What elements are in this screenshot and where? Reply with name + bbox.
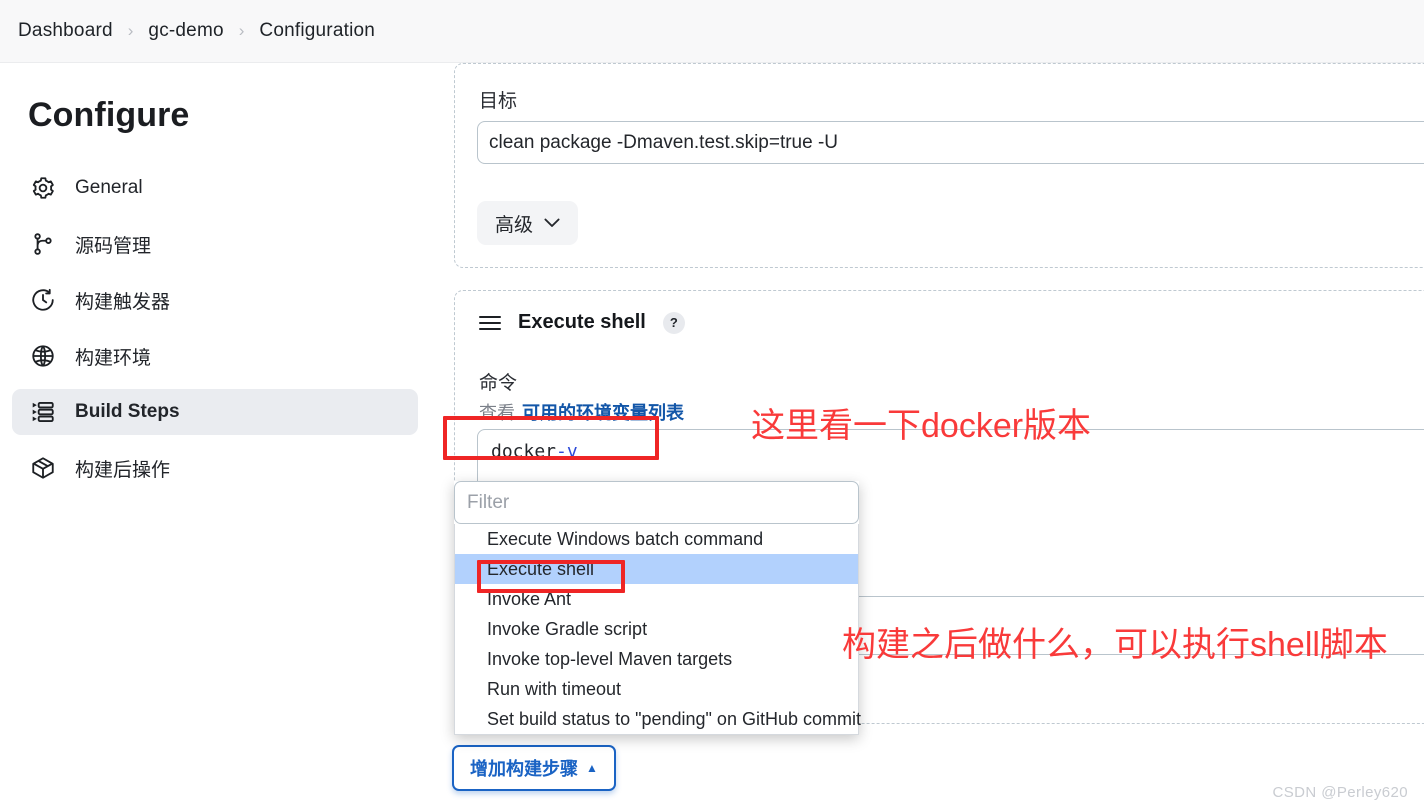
annotation-text-shell-script: 构建之后做什么，可以执行shell脚本: [842, 626, 1388, 664]
hint-prefix: 查看: [479, 403, 515, 423]
dropdown-item[interactable]: Set build status to "pending" on GitHub …: [455, 704, 861, 734]
filter-input[interactable]: Filter: [454, 481, 859, 524]
annotation-text-docker-version: 这里看一下docker版本: [751, 407, 1092, 445]
sidebar-item-label: Build Steps: [75, 401, 180, 422]
caret-up-icon: ▲: [586, 761, 598, 775]
sidebar-item-label: 构建后操作: [75, 459, 171, 481]
clock-icon: [28, 285, 58, 315]
sidebar-item-post-build-actions[interactable]: 构建后操作: [12, 445, 418, 491]
globe-icon: [28, 341, 58, 371]
add-build-step-label: 增加构建步骤: [470, 759, 578, 779]
command-text: docker: [491, 441, 557, 462]
breadcrumb-separator-icon: ›: [238, 21, 245, 40]
breadcrumb-item-project[interactable]: gc-demo: [146, 18, 225, 44]
chevron-down-icon: [544, 218, 560, 227]
advanced-label: 高级: [495, 214, 534, 236]
branch-icon: [28, 229, 58, 259]
breadcrumb: Dashboard › gc-demo › Configuration: [0, 0, 1424, 63]
maven-goals-panel: 目标 clean package -Dmaven.test.skip=true …: [454, 63, 1424, 268]
hamburger-icon[interactable]: [479, 315, 501, 330]
sidebar-item-build-environment[interactable]: 构建环境: [12, 333, 418, 379]
package-icon: [28, 453, 58, 483]
sidebar-item-label: General: [75, 177, 143, 198]
add-build-step-button[interactable]: 增加构建步骤 ▲: [452, 745, 616, 791]
sidebar: Configure General 源码管理 构建触发器 构建环境 Build …: [0, 63, 432, 810]
build-step-option-list: Execute Windows batch command Execute sh…: [454, 524, 861, 735]
sidebar-item-label: 源码管理: [75, 235, 152, 257]
sidebar-item-general[interactable]: General: [12, 165, 418, 211]
filter-placeholder: Filter: [467, 491, 510, 513]
breadcrumb-separator-icon: ›: [127, 21, 134, 40]
watermark: CSDN @Perley620: [1272, 784, 1408, 801]
help-icon[interactable]: ?: [662, 311, 685, 334]
build-step-dropdown: Filter Execute Windows batch command Exe…: [454, 481, 861, 735]
dropdown-item[interactable]: Run with timeout: [455, 674, 858, 704]
dropdown-item-selected[interactable]: Execute shell: [455, 554, 858, 584]
sidebar-item-build-triggers[interactable]: 构建触发器: [12, 277, 418, 323]
breadcrumb-item-configuration[interactable]: Configuration: [257, 18, 377, 44]
list-icon: [28, 397, 58, 427]
execute-shell-header: Execute shell ?: [479, 311, 685, 334]
sidebar-item-label: 构建环境: [75, 347, 152, 369]
dropdown-item[interactable]: Invoke top-level Maven targets: [455, 644, 858, 674]
sidebar-nav: General 源码管理 构建触发器 构建环境 Build Steps 构建后操…: [0, 165, 432, 491]
page-title: Configure: [28, 96, 190, 134]
advanced-toggle-button[interactable]: 高级: [477, 201, 579, 245]
command-label: 命令: [479, 373, 518, 394]
env-variables-hint: 查看 可用的环境变量列表: [479, 399, 684, 425]
dropdown-item[interactable]: Invoke Gradle script: [455, 614, 858, 644]
dropdown-item[interactable]: Execute Windows batch command: [455, 524, 858, 554]
sidebar-item-build-steps[interactable]: Build Steps: [12, 389, 418, 435]
gear-icon: [28, 173, 58, 203]
goals-label: 目标: [479, 91, 518, 112]
goals-input[interactable]: clean package -Dmaven.test.skip=true -U: [477, 121, 1424, 164]
app-root: Dashboard › gc-demo › Configuration Conf…: [0, 0, 1424, 810]
command-option-text: -v: [556, 441, 578, 462]
sidebar-item-source-code-management[interactable]: 源码管理: [12, 221, 418, 267]
execute-shell-title: Execute shell: [518, 311, 646, 333]
breadcrumb-item-dashboard[interactable]: Dashboard: [16, 18, 115, 44]
dropdown-item[interactable]: Invoke Ant: [455, 584, 858, 614]
env-variables-link[interactable]: 可用的环境变量列表: [522, 399, 684, 425]
sidebar-item-label: 构建触发器: [75, 291, 171, 313]
